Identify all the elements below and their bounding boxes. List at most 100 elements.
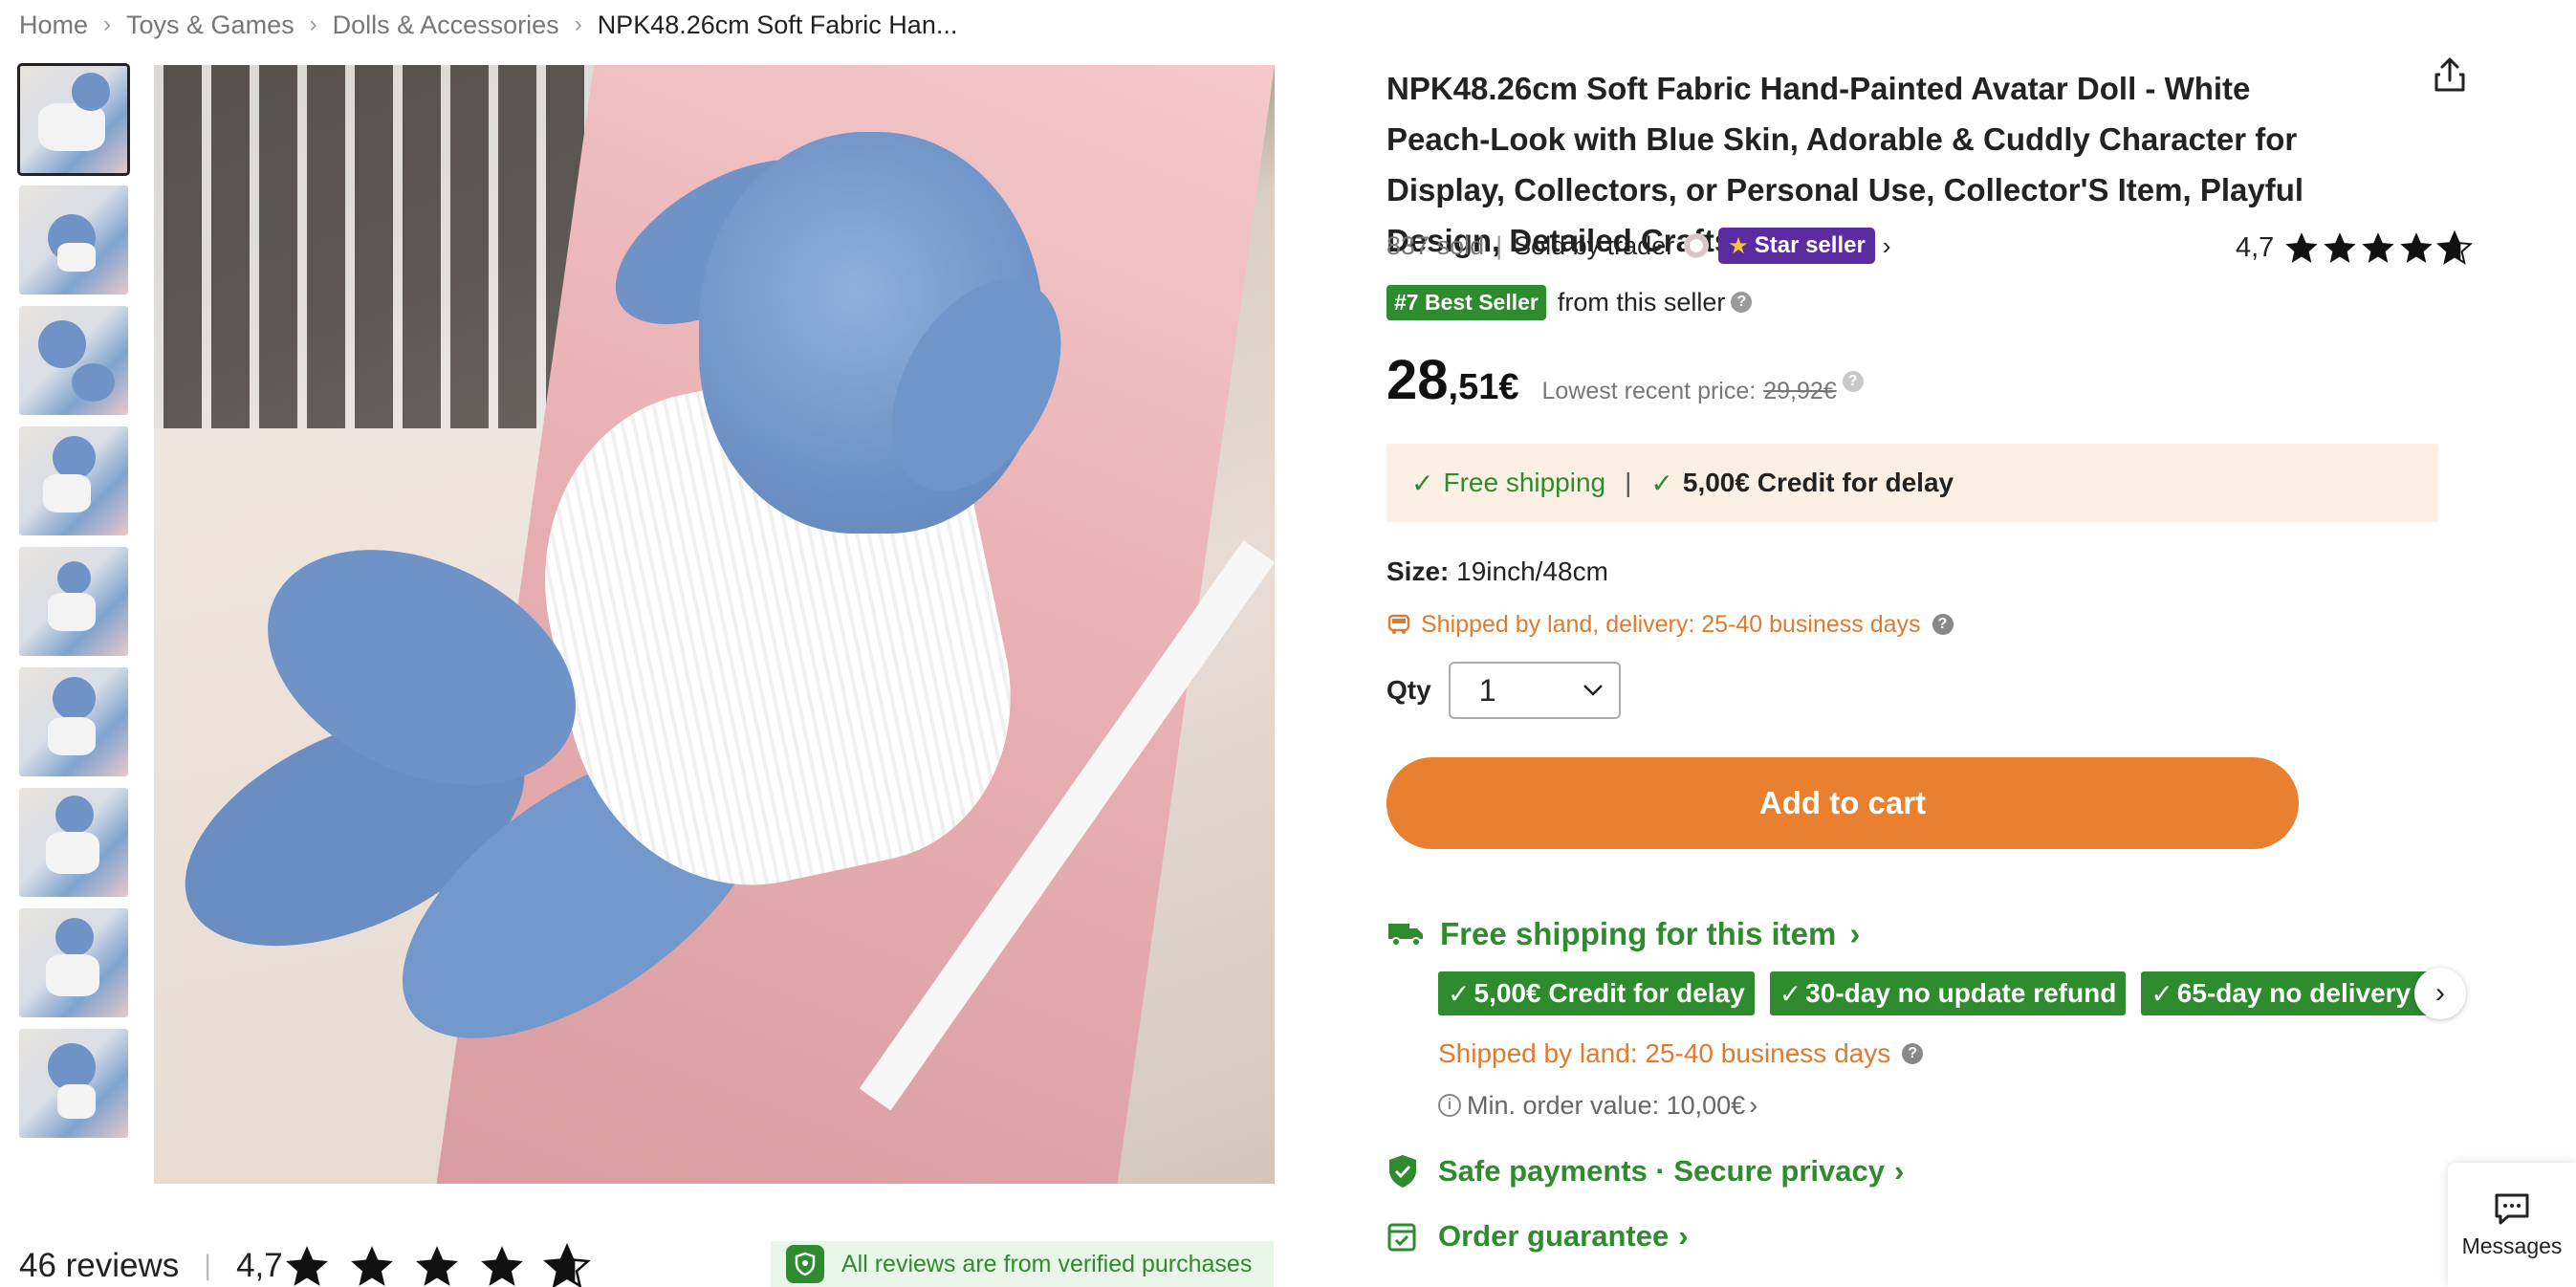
best-seller-row: #7 Best Seller from this seller ? [1386,282,1753,322]
free-shipping-item-link[interactable]: Free shipping for this item › [1386,912,1860,956]
breadcrumb: Home › Toys & Games › Dolls & Accessorie… [19,8,957,42]
breadcrumb-dolls-accessories[interactable]: Dolls & Accessories [333,11,559,40]
thumbnail-8[interactable] [19,908,128,1017]
safe-payments-label: Safe payments · Secure privacy [1438,1154,1885,1188]
calendar-check-icon [1387,1223,1416,1252]
free-shipping-label: Free shipping [1443,468,1606,497]
perk-credit-delay: ✓ 5,00€ Credit for delay [1438,971,1755,1015]
price-row: 28 ,51€ Lowest recent price: 29,92€ ? [1386,348,1864,415]
star-icon [480,1246,523,1286]
chevron-down-icon [1583,685,1603,696]
chevron-right-icon: › [2435,977,2445,1009]
rating-value: 4,7 [2236,231,2275,263]
perk-label: 65-day no delivery re [2176,978,2444,1008]
divider: | [1495,230,1503,260]
add-to-cart-label: Add to cart [1758,785,1927,820]
add-to-cart-button[interactable]: Add to cart [1386,757,2299,849]
question-icon[interactable]: ? [1731,292,1753,313]
qty-select[interactable]: 1 [1448,662,1621,719]
price-integer: 28 [1386,349,1449,411]
messages-label: Messages [2461,1232,2563,1258]
truck-icon [1387,614,1410,634]
chevron-right-icon: › [1849,916,1861,951]
share-icon[interactable] [2429,54,2471,96]
thumbnail-1[interactable] [17,63,130,176]
lowest-price-value: 29,92€ [1763,378,1837,404]
thumbnail-2[interactable] [19,185,128,294]
main-product-image[interactable] [154,65,1275,1184]
thumbnail-9[interactable] [19,1029,128,1138]
price-decimal: ,51€ [1448,367,1519,407]
question-icon[interactable]: ? [1842,371,1864,392]
info-icon: i [1438,1094,1461,1117]
chat-icon [2495,1193,2529,1224]
star-seller-badge[interactable]: ★ Star seller [1718,228,1875,264]
check-icon: ✓ [2150,978,2173,1009]
star-half-icon [542,1243,591,1287]
shipped-by-land-text: Shipped by land: 25-40 business days [1438,1038,1891,1068]
perks-scroller: ✓ 5,00€ Credit for delay ✓ 30-day no updat… [1438,968,2452,1019]
sold-by-label[interactable]: Sold by trader [1514,231,1674,261]
check-icon: ✓ [1411,468,1434,498]
chevron-right-icon[interactable]: › [1883,231,1891,261]
breadcrumb-toys-games[interactable]: Toys & Games [126,11,295,40]
product-rating[interactable]: 4,7 [2236,228,2475,268]
shipping-benefits-box: ✓ Free shipping | ✓ 5,00€ Credit for del… [1386,444,2438,522]
question-icon[interactable]: ? [1932,614,1954,635]
sold-count: 837 sold [1386,230,1485,260]
thumbnail-6[interactable] [19,667,128,776]
star-icon [350,1246,393,1286]
thumbnail-4[interactable] [19,426,128,535]
chevron-right-icon: › [1893,1154,1905,1188]
perks-list: ✓ 5,00€ Credit for delay ✓ 30-day no updat… [1438,971,2452,1015]
perks-next-button[interactable]: › [2414,968,2466,1019]
star-seller-label: Star seller [1754,232,1866,258]
star-icon [2362,232,2394,263]
star-icon [2285,232,2318,263]
thumbnail-list [17,63,130,1149]
thumbnail-3[interactable] [19,306,128,415]
land-delivery-text: Shipped by land, delivery: 25-40 busines… [1421,610,1921,638]
divider: | [204,1250,212,1281]
thumbnail-7[interactable] [19,788,128,897]
question-icon[interactable]: ? [1902,1043,1924,1064]
star-icon [2324,232,2356,263]
chevron-right-icon: › [1678,1219,1689,1253]
credit-delay-label: 5,00€ Credit for delay [1682,468,1954,497]
perk-no-update-refund: ✓ 30-day no update refund [1769,971,2127,1015]
thumbnail-5[interactable] [19,547,128,656]
best-seller-badge: #7 Best Seller [1386,284,1546,320]
size-row: Size: 19inch/48cm [1386,556,1608,587]
seller-row: 837 sold | Sold by trader ★ Star seller … [1386,226,1890,266]
check-icon: ✓ [1448,978,1471,1009]
star-icon [415,1246,458,1286]
star-icon [2400,232,2433,263]
seller-avatar [1684,233,1710,258]
divider: | [1625,468,1632,497]
best-seller-text: from this seller [1557,287,1726,316]
min-order-row[interactable]: i Min. order value: 10,00€ › [1438,1086,1757,1124]
safe-payments-link[interactable]: Safe payments · Secure privacy › [1386,1149,1904,1193]
chevron-right-icon: › [309,11,317,37]
messages-button[interactable]: Messages [2448,1163,2576,1287]
verified-purchases-text: All reviews are from verified purchases [841,1250,1253,1277]
shipped-by-land-row: Shipped by land: 25-40 business days ? [1438,1035,1924,1073]
rating-stars [2283,229,2475,266]
min-order-text: Min. order value: 10,00€ [1467,1090,1746,1120]
check-icon: ✓ [1779,978,1802,1009]
free-shipping-item-label: Free shipping for this item [1440,916,1837,951]
lowest-price-label: Lowest recent price: [1541,378,1757,404]
star-icon: ★ [1728,232,1749,259]
truck-icon [1388,924,1423,947]
verified-purchases-banner: All reviews are from verified purchases [771,1241,1274,1287]
verified-shield-icon [786,1245,824,1283]
size-value[interactable]: 19inch/48cm [1456,556,1608,586]
size-label: Size: [1386,556,1450,586]
check-icon: ✓ [1650,468,1673,498]
chevron-right-icon: › [103,11,112,37]
chevron-right-icon: › [1749,1090,1758,1120]
order-guarantee-link[interactable]: Order guarantee › [1386,1214,1689,1258]
perk-no-delivery-refund: ✓ 65-day no delivery re [2141,971,2452,1015]
reviews-count[interactable]: 46 reviews [19,1247,179,1285]
breadcrumb-home[interactable]: Home [19,11,88,40]
